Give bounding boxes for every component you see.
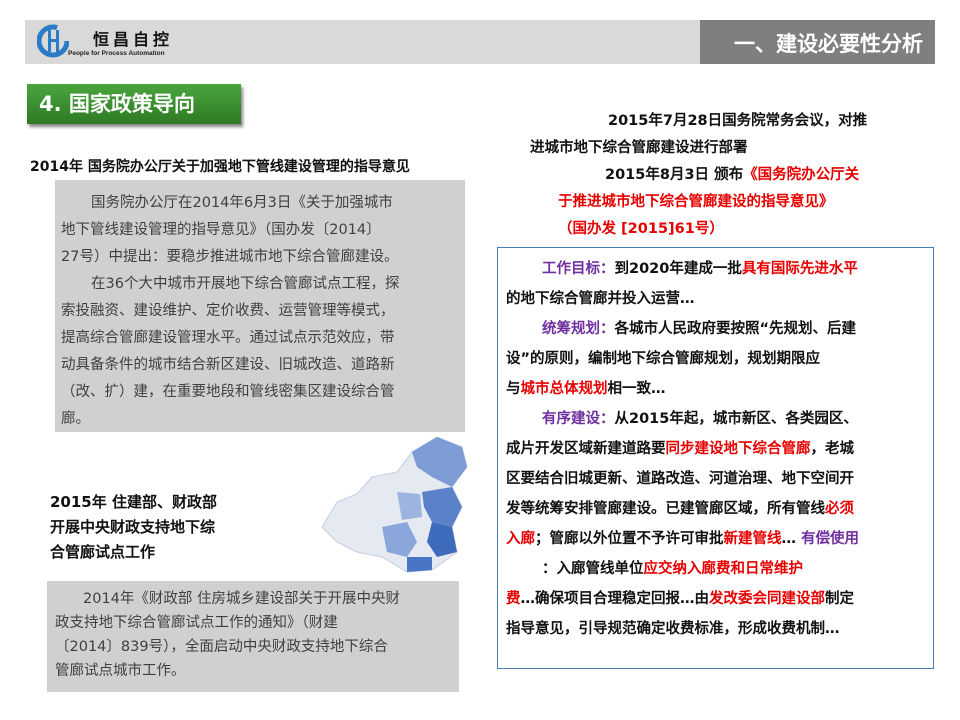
text-span: 费 bbox=[506, 591, 521, 607]
company-logo-icon bbox=[37, 24, 69, 58]
state-council-announcement: 2015年7月28日国务院常务会议，对推 进城市地下综合管廊建设进行部署 201… bbox=[530, 108, 930, 243]
text-line: 费…确保项目合理稳定回报…由发改委会同建设部制定 bbox=[506, 584, 931, 614]
announcement-line: 2015年7月28日国务院常务会议，对推 bbox=[608, 113, 868, 129]
guidance-highlights-box: 工作目标：到2020年建成一批具有国际先进水平 的地下综合管廊并投入运营… 统筹… bbox=[497, 247, 934, 669]
text-line: 发等统筹安排管廊建设。已建管廊区域，所有管线必须 bbox=[506, 494, 931, 524]
title-line: 2015年 住建部、财政部 bbox=[50, 493, 217, 511]
quote-line: 政支持地下综合管廊试点工作的通知》（财建 bbox=[55, 615, 338, 631]
announcement-doc-number: （国办发 [2015]61号） bbox=[558, 221, 724, 237]
section-title: 一、建设必要性分析 bbox=[734, 32, 923, 56]
text-span: 与 bbox=[506, 381, 521, 397]
planning-label: 统筹规划： bbox=[542, 321, 615, 337]
quote-line: （改、扩）建，在重要地段和管线密集区建设综合管 bbox=[61, 384, 395, 400]
planning-paragraph: 统筹规划：各城市人民政府要按照“先规划、后建 bbox=[506, 314, 931, 344]
text-line: ：入廊管线单位应交纳入廊费和日常维护 bbox=[506, 554, 931, 584]
quote-line: 地下管线建设管理的指导意见》（国办发〔2014〕 bbox=[61, 222, 381, 238]
quote-line: 2014年《财政部 住房城乡建设部关于开展中央财 bbox=[83, 591, 401, 607]
text-line: 区要结合旧城更新、道路改造、河道治理、地下空间开 bbox=[506, 471, 854, 487]
quote-line: 管廊试点城市工作。 bbox=[55, 663, 186, 679]
goal-paragraph: 工作目标：到2020年建成一批具有国际先进水平 bbox=[506, 254, 931, 284]
quote-line: 提高综合管廊建设管理水平。通过试点示范效应，带 bbox=[61, 330, 395, 346]
goal-label: 工作目标： bbox=[542, 261, 615, 277]
policy-2015-quote-box: 2014年《财政部 住房城乡建设部关于开展中央财 政支持地下综合管廊试点工作的通… bbox=[47, 581, 459, 692]
text-span: ；管廊以外位置不予许可审批 bbox=[535, 531, 724, 547]
quote-line: 国务院办公厅在2014年6月3日《关于加强城市 bbox=[91, 195, 393, 211]
policy-heading-tag: 4. 国家政策导向 bbox=[27, 84, 241, 124]
text-span: 发等统筹安排管廊建设。已建管廊区域，所有管线 bbox=[506, 501, 825, 517]
text-span: 入廊 bbox=[506, 531, 535, 547]
text-span: 到2020年建成一批 bbox=[614, 261, 742, 277]
text-span: 必须 bbox=[825, 501, 854, 517]
announcement-doc-title: 《国务院办公厅关 bbox=[743, 167, 860, 183]
logo-slogan: People for Process Automation bbox=[68, 50, 165, 57]
section-title-bar: 一、建设必要性分析 bbox=[700, 20, 935, 64]
text-span: …确保项目合理稳定回报…由 bbox=[520, 591, 710, 607]
text-span: 制定 bbox=[825, 591, 854, 607]
text-line: 设”的原则，编制地下综合管廊规划，规划期限应 bbox=[506, 351, 821, 367]
text-span: 具有国际先进水平 bbox=[741, 261, 858, 277]
text-span: 新建管线 bbox=[723, 531, 782, 547]
text-span: ，老城 bbox=[810, 441, 855, 457]
header-bar: 恒昌自控 People for Process Automation 一、建设必… bbox=[25, 20, 935, 64]
quote-line: 动具备条件的城市结合新区建设、旧城改造、道路新 bbox=[61, 357, 395, 373]
construction-label: 有序建设： bbox=[542, 411, 615, 427]
text-line: 指导意见，引导规范确定收费标准，形成收费机制… bbox=[506, 621, 840, 637]
text-span: 应交纳入廊费和日常维护 bbox=[643, 561, 804, 577]
text-line: 入廊；管廊以外位置不予许可审批新建管线… 有偿使用 bbox=[506, 524, 931, 554]
policy-2015-title: 2015年 住建部、财政部 开展中央财政支持地下综 合管廊试点工作 bbox=[50, 490, 270, 565]
text-span: 城市总体规划 bbox=[520, 381, 608, 397]
title-line: 开展中央财政支持地下综 bbox=[50, 518, 216, 536]
policy-2014-quote-box: 国务院办公厅在2014年6月3日《关于加强城市 地下管线建设管理的指导意见》（国… bbox=[55, 180, 465, 432]
announcement-date: 2015年8月3日 颁布 bbox=[605, 167, 744, 183]
quote-line: 〔2014〕839号），全面启动中央财政支持地下综合 bbox=[55, 639, 388, 655]
quote-line: 27号）中提出：要稳步推进城市地下综合管廊建设。 bbox=[61, 249, 399, 265]
quote-line: 廊。 bbox=[61, 411, 90, 427]
policy-2014-title: 2014年 国务院办公厅关于加强地下管线建设管理的指导意见 bbox=[30, 159, 410, 175]
text-span: 相一致… bbox=[607, 381, 666, 397]
text-line: 成片开发区域新建道路要同步建设地下综合管廊，老城 bbox=[506, 434, 931, 464]
text-span: 各城市人民政府要按照“先规划、后建 bbox=[614, 321, 857, 337]
construction-paragraph: 有序建设：从2015年起，城市新区、各类园区、 bbox=[506, 404, 931, 434]
text-span: 成片开发区域新建道路要 bbox=[506, 441, 666, 457]
logo-chinese-name: 恒昌自控 bbox=[93, 30, 174, 49]
title-line: 合管廊试点工作 bbox=[50, 543, 156, 561]
announcement-line: 进城市地下综合管廊建设进行部署 bbox=[530, 140, 748, 156]
text-span: ：入廊管线单位 bbox=[542, 561, 644, 577]
announcement-line: 2015年8月3日 颁布《国务院办公厅关 bbox=[530, 162, 930, 189]
text-span: 同步建设地下综合管廊 bbox=[665, 441, 811, 457]
text-span: 发改委会同建设部 bbox=[709, 591, 825, 607]
text-span: 从2015年起，城市新区、各类园区、 bbox=[614, 411, 858, 427]
text-span: … bbox=[781, 531, 802, 547]
paid-use-label: 有偿使用 bbox=[801, 531, 860, 547]
text-line: 的地下综合管廊并投入运营… bbox=[506, 291, 695, 307]
quote-line: 索投融资、建设维护、定价收费、运营管理等模式， bbox=[61, 303, 395, 319]
text-line: 与城市总体规划相一致… bbox=[506, 374, 931, 404]
announcement-line: 于推进城市地下综合管廊建设的指导意见》 bbox=[558, 194, 834, 210]
china-pilot-cities-map bbox=[321, 436, 468, 573]
quote-line: 在36个大中城市开展地下综合管廊试点工程，探 bbox=[91, 276, 400, 292]
